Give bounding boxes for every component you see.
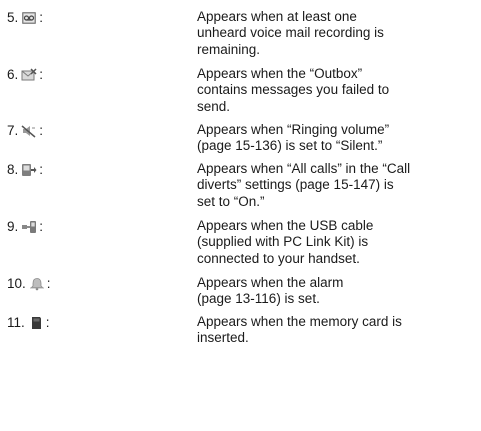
item-description: Appears when “Ringing volume” (page 15-1… [197,122,475,155]
item-separator: : [39,67,44,82]
description-line: Appears when the alarm [197,275,344,290]
description-line: Appears when the memory card is [197,314,402,329]
alarm-bell-icon [29,277,45,291]
item-separator: : [39,123,44,138]
usb-cable-icon [21,220,37,234]
item-term: 7. : [7,122,43,139]
item-number: 10. [7,276,26,291]
item-separator: : [45,315,50,330]
item-separator: : [46,276,51,291]
description-line: contains messages you failed to [197,82,390,98]
item-description: Appears when “All calls” in the “Call di… [197,161,475,210]
description-line: (supplied with PC Link Kit) is [197,234,369,250]
description-line: inserted. [197,330,249,346]
item-separator: : [39,219,44,234]
item-number: 11. [7,315,25,330]
item-number: 5. [7,10,19,25]
silent-mode-icon [21,124,37,138]
outbox-failed-icon [21,67,37,82]
status-icon-list: 5. : Appears when at least one unheard v… [0,0,481,431]
item-number: 7. [7,123,19,138]
description-line: Appears when the USB cable [197,218,374,233]
item-description: Appears when at least one unheard voice … [197,9,475,58]
item-description: Appears when the USB cable (supplied wit… [197,218,475,267]
call-divert-icon [21,163,37,177]
item-description: Appears when the “Outbox” contains messa… [197,66,475,115]
description-line: (page 15-136) is set to “Silent.” [197,138,383,154]
item-number: 6. [7,67,19,82]
description-line: Appears when the “Outbox” [197,66,363,81]
memory-card-icon [28,316,44,330]
description-line: set to “On.” [197,193,265,209]
item-term: 5. : [7,9,43,26]
item-term: 9. : [7,218,43,235]
voicemail-icon [21,11,37,25]
item-number: 9. [7,219,19,234]
description-line: connected to your handset. [197,250,360,266]
description-line: Appears when at least one [197,9,357,24]
item-separator: : [39,162,44,177]
description-line: Appears when “Ringing volume” [197,122,390,137]
description-line: send. [197,98,231,114]
description-line: diverts” settings (page 15-147) is [197,177,394,193]
description-line: unheard voice mail recording is [197,25,384,41]
item-separator: : [39,10,44,25]
item-number: 8. [7,162,19,177]
item-description: Appears when the memory card is inserted… [197,314,475,347]
item-term: 10. : [7,275,51,292]
description-line: Appears when “All calls” in the “Call [197,161,411,176]
item-description: Appears when the alarm (page 13-116) is … [197,275,475,308]
description-line: (page 13-116) is set. [197,291,320,307]
item-term: 6. : [7,66,43,83]
description-line: remaining. [197,41,261,57]
item-term: 11. : [7,314,50,331]
item-term: 8. : [7,161,43,178]
